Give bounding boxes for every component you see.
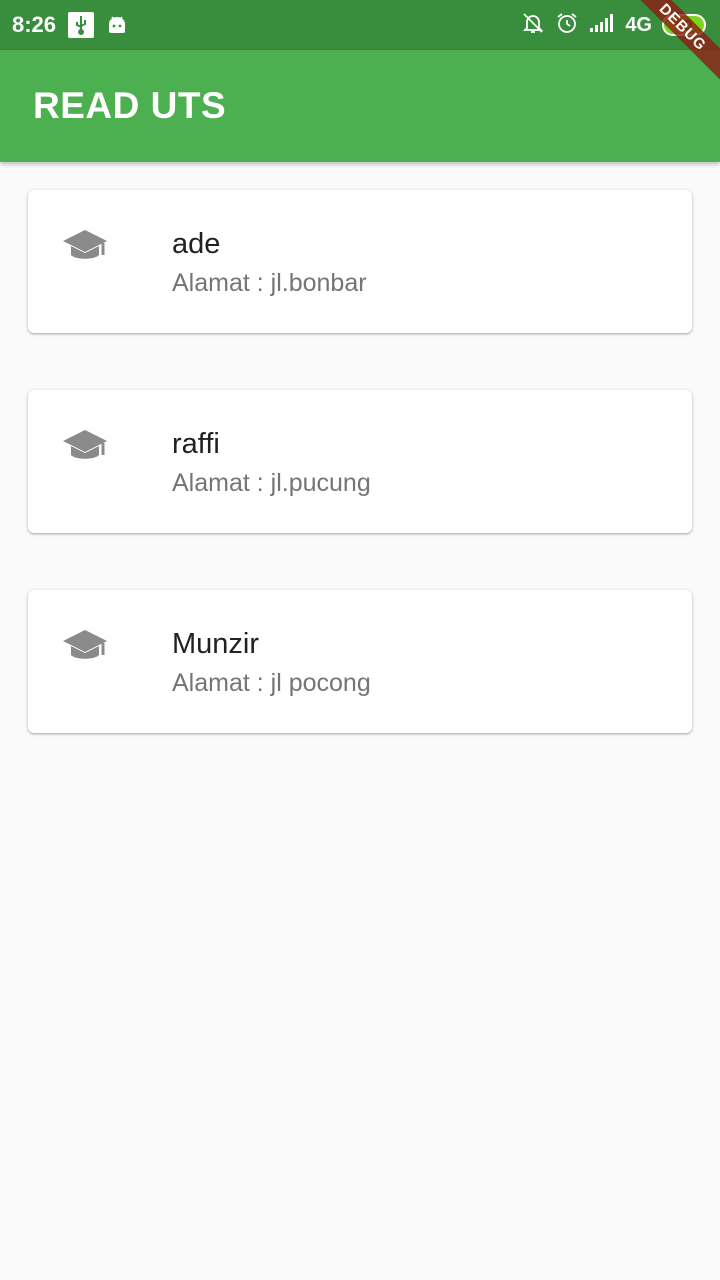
student-name: ade <box>172 228 221 260</box>
student-name: Munzir <box>172 628 260 660</box>
student-list: ade Alamat : jl.bonbar raffi Alamat : jl… <box>28 190 692 790</box>
list-item-text: ade Alamat : jl.bonbar <box>172 226 367 300</box>
student-name: raffi <box>172 428 220 460</box>
student-address: Alamat : jl pocong <box>172 669 371 697</box>
graduation-cap-icon <box>61 226 109 266</box>
status-time: 8:26 <box>12 12 57 37</box>
alarm-icon <box>555 11 579 40</box>
notifications-off-icon <box>521 11 545 40</box>
signal-icon <box>589 13 615 38</box>
list-item[interactable]: raffi Alamat : jl.pucung <box>28 390 692 533</box>
app-title: READ UTS <box>33 85 227 126</box>
network-label: 4G <box>625 13 652 36</box>
android-icon <box>106 14 128 36</box>
usb-icon <box>68 12 95 38</box>
graduation-cap-icon <box>61 426 109 466</box>
list-item[interactable]: Munzir Alamat : jl pocong <box>28 590 692 733</box>
status-bar: 8:26 4G 90 <box>0 0 720 50</box>
graduation-cap-icon <box>61 626 109 666</box>
list-item[interactable]: ade Alamat : jl.bonbar <box>28 190 692 333</box>
app-bar: READ UTS <box>0 50 720 162</box>
student-address: Alamat : jl.bonbar <box>172 269 367 297</box>
list-item-text: Munzir Alamat : jl pocong <box>172 626 371 700</box>
list-item-text: raffi Alamat : jl.pucung <box>172 426 371 500</box>
student-address: Alamat : jl.pucung <box>172 469 371 497</box>
